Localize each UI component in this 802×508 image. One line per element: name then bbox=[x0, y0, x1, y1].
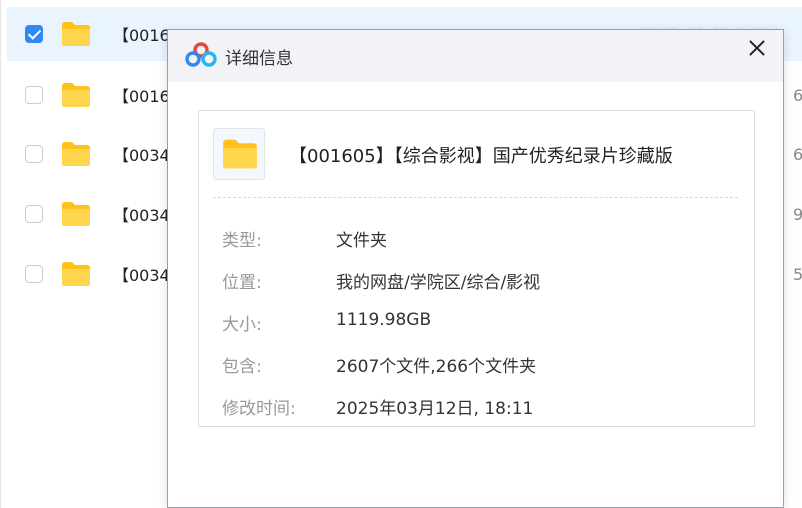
divider bbox=[213, 197, 738, 198]
row-checkbox[interactable] bbox=[25, 265, 43, 283]
row-name: 【0034 bbox=[113, 206, 170, 225]
type-label: 类型: bbox=[222, 231, 262, 251]
row-date: 6 bbox=[793, 144, 802, 164]
location-label: 位置: bbox=[222, 273, 262, 293]
dialog-header[interactable]: 详细信息 bbox=[168, 30, 783, 82]
folder-icon bbox=[62, 202, 90, 226]
folder-icon bbox=[62, 262, 90, 286]
row-checkbox[interactable] bbox=[25, 86, 43, 104]
folder-thumbnail bbox=[213, 128, 265, 180]
row-name: 【0016 bbox=[113, 87, 170, 106]
details-panel: 【001605】【综合影视】国产优秀纪录片珍藏版 类型: 文件夹 位置: 我的网… bbox=[198, 110, 755, 427]
row-date: 5 bbox=[793, 264, 802, 284]
folder-icon bbox=[62, 142, 90, 166]
modified-time-value: 2025年03月12日, 18:11 bbox=[336, 399, 534, 419]
contains-value: 2607个文件,266个文件夹 bbox=[336, 357, 537, 377]
folder-icon bbox=[62, 83, 90, 107]
baidu-netdisk-cloud-icon bbox=[185, 42, 217, 67]
contains-label: 包含: bbox=[222, 357, 262, 377]
type-value: 文件夹 bbox=[336, 231, 387, 251]
folder-icon bbox=[223, 139, 257, 169]
row-date: 6 bbox=[793, 85, 802, 105]
size-label: 大小: bbox=[222, 315, 262, 335]
row-name: 【0034 bbox=[113, 266, 170, 285]
file-name: 【001605】【综合影视】国产优秀纪录片珍藏版 bbox=[289, 146, 673, 167]
row-name: 【0034 bbox=[113, 146, 170, 165]
row-checkbox[interactable] bbox=[25, 145, 43, 163]
dialog-title: 详细信息 bbox=[225, 49, 293, 69]
modified-time-label: 修改时间: bbox=[222, 399, 296, 419]
details-dialog: 详细信息 【001605】【综合影视】国产优秀纪录片珍藏版 类型: 文件夹 位置… bbox=[167, 29, 784, 508]
row-checkbox[interactable] bbox=[25, 25, 43, 43]
size-value: 1119.98GB bbox=[336, 310, 432, 330]
folder-icon bbox=[62, 22, 90, 46]
row-date: 9 bbox=[793, 204, 802, 224]
location-value: 我的网盘/学院区/综合/影视 bbox=[336, 273, 541, 293]
close-icon[interactable] bbox=[745, 36, 769, 60]
row-checkbox[interactable] bbox=[25, 205, 43, 223]
